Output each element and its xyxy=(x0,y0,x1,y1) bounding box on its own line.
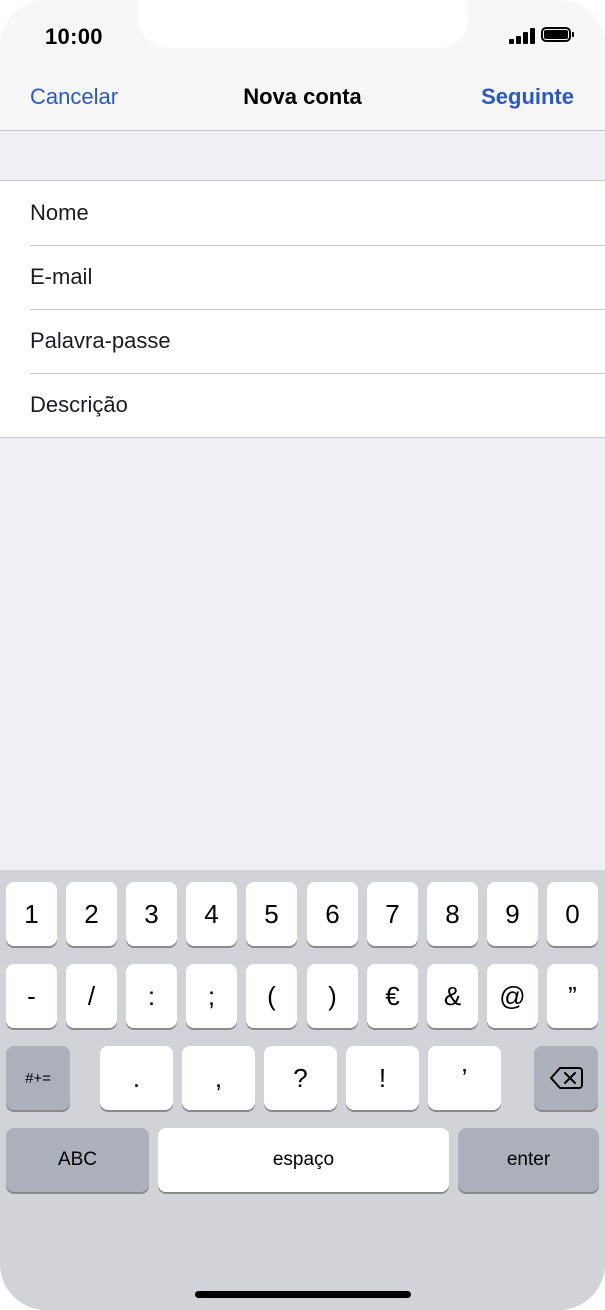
delete-key[interactable] xyxy=(534,1046,598,1110)
description-row xyxy=(0,373,605,437)
key-1[interactable]: 1 xyxy=(6,882,57,946)
key-8[interactable]: 8 xyxy=(427,882,478,946)
abc-key[interactable]: ABC xyxy=(6,1128,149,1192)
key-4[interactable]: 4 xyxy=(186,882,237,946)
key-hyphen[interactable]: - xyxy=(6,964,57,1028)
next-button[interactable]: Seguinte xyxy=(481,84,574,110)
cellular-signal-icon xyxy=(509,28,537,44)
key-comma[interactable]: , xyxy=(182,1046,255,1110)
key-open-paren[interactable]: ( xyxy=(246,964,297,1028)
description-field[interactable] xyxy=(30,373,570,437)
enter-key[interactable]: enter xyxy=(458,1128,599,1192)
key-ampersand[interactable]: & xyxy=(427,964,478,1028)
key-0[interactable]: 0 xyxy=(547,882,598,946)
key-2[interactable]: 2 xyxy=(66,882,117,946)
name-row xyxy=(0,181,605,245)
key-euro[interactable]: € xyxy=(367,964,418,1028)
key-period[interactable]: . xyxy=(100,1046,173,1110)
key-colon[interactable]: : xyxy=(126,964,177,1028)
phone-screen: 10:00 Cancelar Nova conta Seguinte 1 2 xyxy=(0,0,605,1310)
symbols-toggle-key[interactable]: #+= xyxy=(6,1046,70,1110)
key-7[interactable]: 7 xyxy=(367,882,418,946)
space-key[interactable]: espaço xyxy=(158,1128,449,1192)
cancel-button[interactable]: Cancelar xyxy=(30,84,118,110)
status-time: 10:00 xyxy=(45,24,103,49)
status-bar: 10:00 xyxy=(0,0,605,70)
email-field[interactable] xyxy=(30,245,570,309)
name-field[interactable] xyxy=(30,181,570,245)
key-at[interactable]: @ xyxy=(487,964,538,1028)
key-slash[interactable]: / xyxy=(66,964,117,1028)
keyboard: 1 2 3 4 5 6 7 8 9 0 - / : ; ( ) € & @ ” … xyxy=(0,870,605,1310)
key-question[interactable]: ? xyxy=(264,1046,337,1110)
password-field[interactable] xyxy=(30,309,570,373)
key-apostrophe[interactable]: ’ xyxy=(428,1046,501,1110)
home-indicator[interactable] xyxy=(195,1291,411,1298)
password-row xyxy=(0,309,605,373)
key-exclamation[interactable]: ! xyxy=(346,1046,419,1110)
account-form xyxy=(0,180,605,438)
key-5[interactable]: 5 xyxy=(246,882,297,946)
key-close-paren[interactable]: ) xyxy=(307,964,358,1028)
backspace-icon xyxy=(550,1067,583,1089)
battery-icon xyxy=(541,27,574,42)
key-3[interactable]: 3 xyxy=(126,882,177,946)
key-quote[interactable]: ” xyxy=(547,964,598,1028)
navigation-bar: Cancelar Nova conta Seguinte xyxy=(0,70,605,131)
notch xyxy=(138,0,468,48)
email-row xyxy=(0,245,605,309)
key-6[interactable]: 6 xyxy=(307,882,358,946)
key-semicolon[interactable]: ; xyxy=(186,964,237,1028)
key-9[interactable]: 9 xyxy=(487,882,538,946)
